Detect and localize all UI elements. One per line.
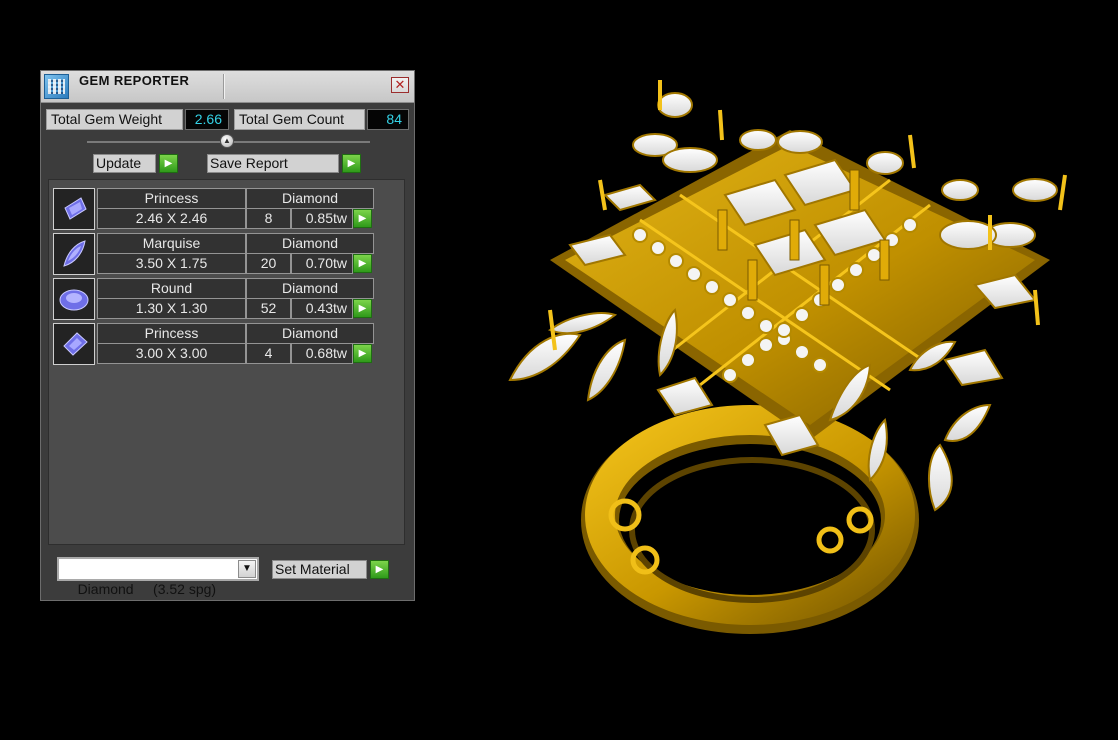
gem-go-icon[interactable]: ▶ <box>353 299 372 318</box>
gem-row[interactable]: Princess Diamond 2.46 X 2.46 8 0.85tw ▶ <box>53 188 377 230</box>
total-gem-weight-label: Total Gem Weight <box>46 109 183 130</box>
gem-row[interactable]: Round Diamond 1.30 X 1.30 52 0.43tw ▶ <box>53 278 377 320</box>
total-gem-weight-value: 2.66 <box>185 109 229 130</box>
gem-reporter-panel: GEM REPORTER ✕ Total Gem Weight 2.66 Tot… <box>40 70 415 601</box>
gem-go-icon[interactable]: ▶ <box>353 344 372 363</box>
total-gem-count-label: Total Gem Count <box>234 109 365 130</box>
gem-size: 3.50 X 1.75 <box>97 253 246 274</box>
gem-shape: Marquise <box>97 233 246 254</box>
save-report-button[interactable]: Save Report <box>207 154 339 173</box>
gem-shape: Princess <box>97 188 246 209</box>
gem-size: 3.00 X 3.00 <box>97 343 246 364</box>
gem-go-icon[interactable]: ▶ <box>353 254 372 273</box>
ring-band <box>581 405 919 634</box>
gem-shape: Round <box>97 278 246 299</box>
gem-material: Diamond <box>246 323 374 344</box>
gem-reporter-app-icon <box>44 74 69 99</box>
gem-size: 2.46 X 2.46 <box>97 208 246 229</box>
gem-count: 52 <box>246 298 291 319</box>
gem-weight: 0.85tw <box>291 208 353 229</box>
material-select-value: Diamond (3.52 spg) <box>77 581 217 597</box>
gem-go-icon[interactable]: ▶ <box>353 209 372 228</box>
material-select[interactable]: Diamond (3.52 spg) ▼ <box>57 557 259 597</box>
close-icon[interactable]: ✕ <box>391 77 409 93</box>
title-separator <box>223 74 224 99</box>
chevron-down-icon[interactable]: ▼ <box>238 560 256 578</box>
save-report-go-icon[interactable]: ▶ <box>342 154 361 173</box>
gem-weight: 0.70tw <box>291 253 353 274</box>
update-button[interactable]: Update <box>93 154 156 173</box>
gem-list: Princess Diamond 2.46 X 2.46 8 0.85tw ▶ … <box>48 179 405 545</box>
gem-weight: 0.43tw <box>291 298 353 319</box>
princess-gem-icon <box>53 323 95 365</box>
gem-count: 20 <box>246 253 291 274</box>
gem-material: Diamond <box>246 233 374 254</box>
gem-count: 8 <box>246 208 291 229</box>
gem-shape: Princess <box>97 323 246 344</box>
gem-row[interactable]: Princess Diamond 3.00 X 3.00 4 0.68tw ▶ <box>53 323 377 365</box>
gem-count: 4 <box>246 343 291 364</box>
marquise-gem-icon <box>53 233 95 275</box>
gem-size: 1.30 X 1.30 <box>97 298 246 319</box>
update-go-icon[interactable]: ▶ <box>159 154 178 173</box>
total-gem-count-value: 84 <box>367 109 409 130</box>
gem-material: Diamond <box>246 278 374 299</box>
gem-weight: 0.68tw <box>291 343 353 364</box>
set-material-button[interactable]: Set Material <box>272 560 367 579</box>
set-material-go-icon[interactable]: ▶ <box>370 560 389 579</box>
princess-gem-icon <box>53 188 95 230</box>
panel-slider-knob[interactable]: ▲ <box>220 134 234 148</box>
panel-title: GEM REPORTER <box>79 73 190 88</box>
gem-row[interactable]: Marquise Diamond 3.50 X 1.75 20 0.70tw ▶ <box>53 233 377 275</box>
title-bar[interactable]: GEM REPORTER ✕ <box>41 71 414 103</box>
round-gem-icon <box>53 278 95 320</box>
ring-3d-render[interactable] <box>490 60 1090 650</box>
gem-material: Diamond <box>246 188 374 209</box>
